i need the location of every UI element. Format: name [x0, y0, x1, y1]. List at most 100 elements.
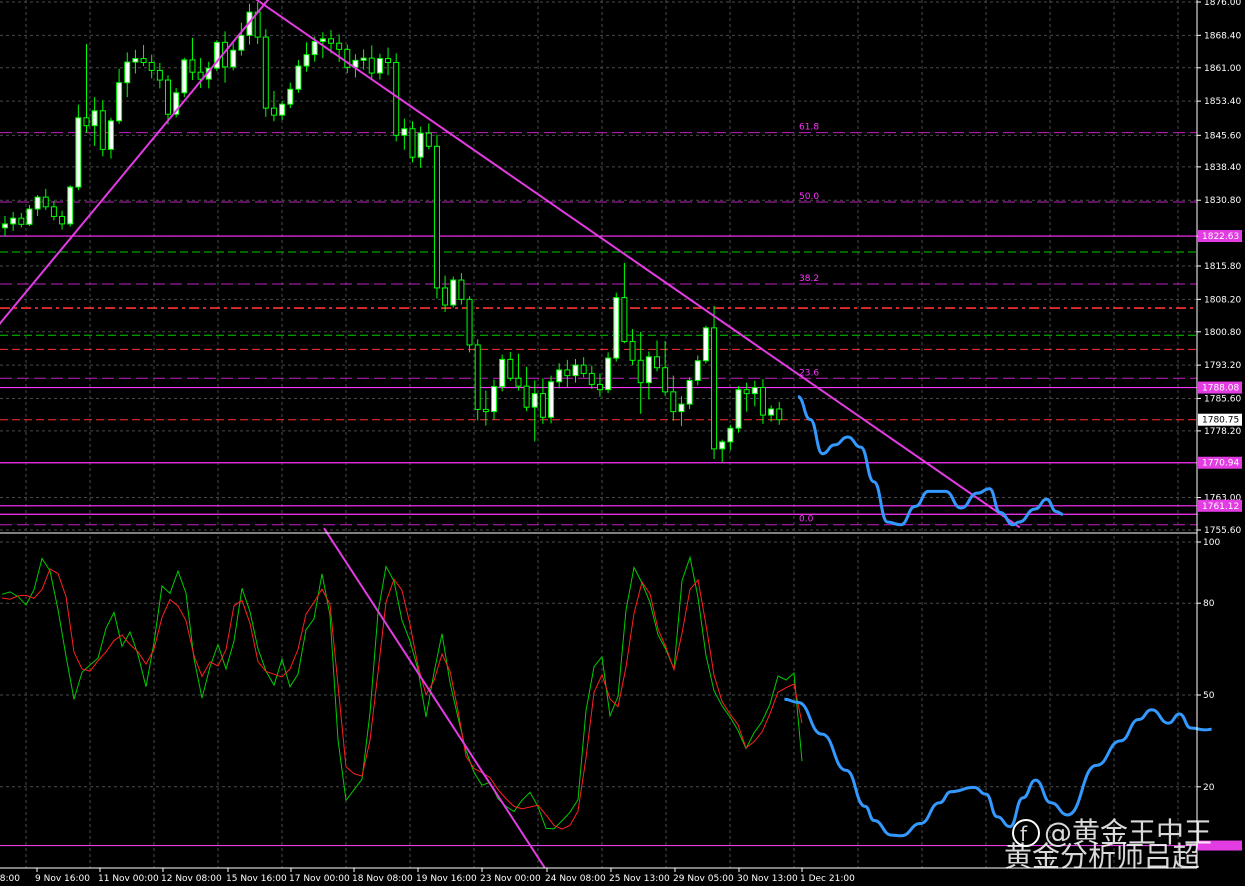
candle-body — [59, 215, 66, 225]
candle-body — [230, 49, 237, 68]
candle-body — [116, 82, 123, 122]
candle — [564, 359, 571, 388]
candle-body — [409, 128, 416, 158]
candle-body — [295, 65, 302, 90]
candle — [678, 396, 685, 427]
trendline — [255, 0, 1021, 529]
oscillator-tick-label: 50 — [1203, 691, 1215, 701]
candle — [735, 386, 742, 433]
candle-body — [580, 364, 587, 374]
candle — [156, 62, 163, 89]
candle-body — [433, 145, 440, 289]
candle — [645, 351, 652, 400]
candle-body — [458, 279, 465, 300]
candle — [727, 424, 734, 451]
oscillator-overlays — [0, 527, 1212, 869]
candle-body — [531, 393, 538, 408]
candle-body — [759, 386, 766, 416]
candle — [132, 49, 139, 74]
price-tick-label: 1838.40 — [1204, 163, 1241, 173]
time-tick-label: 24 Nov 08:00 — [545, 874, 606, 884]
candle — [605, 352, 612, 394]
chart-canvas: 61.850.038.223.60.0 1876.001868.401861.0… — [0, 0, 1242, 884]
candle-body — [18, 217, 25, 225]
price-tick-label: 1876.00 — [1204, 0, 1241, 8]
candle-body — [702, 327, 709, 362]
candle — [213, 40, 220, 72]
candle — [580, 357, 587, 378]
candle-body — [91, 110, 98, 127]
candle-body — [401, 128, 408, 136]
candle — [238, 22, 245, 56]
candle — [75, 104, 82, 191]
oscillator-tick-label: 80 — [1203, 599, 1215, 609]
candle-body — [556, 369, 563, 383]
candle-body — [42, 196, 49, 208]
candle — [556, 363, 563, 389]
candle-body — [727, 427, 734, 443]
candle — [140, 44, 147, 67]
candle — [417, 126, 424, 168]
candle-body — [156, 69, 163, 81]
candle-body — [645, 356, 652, 384]
time-tick-label: 17 Nov 00:00 — [289, 874, 350, 884]
candle — [91, 97, 98, 146]
candle-body — [319, 38, 326, 42]
candle — [18, 212, 25, 228]
candle — [629, 329, 636, 366]
candle-body — [466, 298, 473, 346]
candle-body — [719, 441, 726, 450]
candle-body — [499, 358, 506, 388]
candle — [539, 378, 546, 424]
candle — [531, 380, 538, 442]
candle-body — [287, 88, 294, 105]
fib-label: 0.0 — [799, 515, 814, 525]
main-horizontal-levels — [0, 235, 1197, 515]
candle — [433, 134, 440, 299]
candle-body — [262, 36, 269, 109]
candle — [694, 355, 701, 386]
time-tick-label: 12 Nov 08:00 — [161, 874, 222, 884]
candle-body — [564, 369, 571, 377]
candle-body — [450, 279, 457, 306]
candle-body — [743, 389, 750, 395]
candle-body — [140, 58, 147, 64]
candle-body — [572, 364, 579, 377]
price-tick-label: 1808.20 — [1204, 295, 1241, 305]
candle — [621, 262, 628, 344]
main-price-axis: 1876.00 1868.40 1861.00 1853.40 1845.60 1838.… — [1197, 0, 1241, 536]
candle — [425, 123, 432, 150]
time-tick-label: 19 Nov 16:00 — [416, 874, 477, 884]
candle — [572, 358, 579, 383]
price-tag-label: 1822.63 — [1202, 232, 1239, 242]
candle — [686, 377, 693, 409]
price-tick-label: 1800.80 — [1204, 328, 1241, 338]
candle — [34, 194, 41, 217]
candle — [719, 439, 726, 463]
price-tag-label: 1770.94 — [1202, 459, 1239, 469]
candle-body — [270, 107, 277, 116]
candle — [26, 205, 33, 227]
candle-body — [2, 223, 8, 229]
time-axis: 08:00 9 Nov 16:00 11 Nov 00:0012 Nov 08:00… — [0, 868, 855, 884]
candle — [670, 375, 677, 421]
price-tick-label: 1793.20 — [1204, 361, 1241, 371]
candle-body — [662, 367, 669, 393]
candle-body — [776, 408, 783, 421]
candle — [523, 366, 530, 412]
candle — [474, 339, 481, 421]
candle — [702, 325, 709, 364]
candle-body — [613, 297, 620, 359]
candle-body — [588, 372, 595, 385]
time-tick-label: 23 Nov 00:00 — [480, 874, 541, 884]
candle — [107, 117, 114, 159]
oscillator-panel-grid — [0, 536, 1197, 868]
watermark-author: 黄金分析师吕超 — [1004, 840, 1200, 873]
candle-body — [670, 391, 677, 413]
time-tick-label: 9 Nov 16:00 — [35, 874, 90, 884]
candle — [2, 216, 8, 237]
oscillator-series-line — [1, 568, 803, 830]
candle-body — [686, 379, 693, 405]
fib-label: 50.0 — [799, 192, 819, 202]
time-tick-label: 15 Nov 16:00 — [226, 874, 287, 884]
